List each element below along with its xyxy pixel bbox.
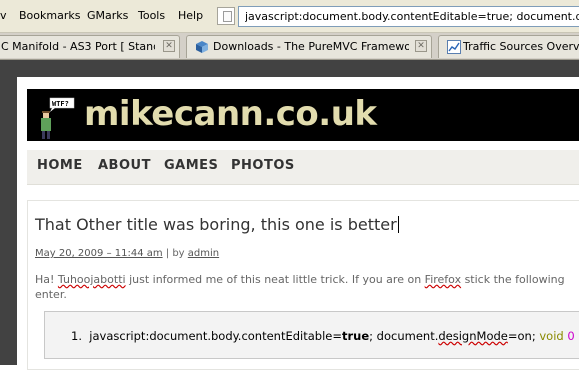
post-title[interactable]: That Other title was boring, this one is… bbox=[35, 215, 399, 234]
close-icon[interactable]: ✕ bbox=[163, 40, 175, 52]
post-title-text: That Other title was boring, this one is… bbox=[35, 215, 397, 234]
code-true-keyword: true bbox=[342, 329, 370, 343]
menu-bookmarks[interactable]: Bookmarks bbox=[19, 9, 80, 23]
page-icon[interactable] bbox=[217, 7, 235, 25]
menu-tools-label: Tools bbox=[138, 9, 166, 22]
code-text: javascript:document.body.contentEditable… bbox=[89, 329, 342, 343]
site-logo-text[interactable]: mikecann.co.uk bbox=[84, 92, 377, 136]
tab-title: Traffic Sources Overview bbox=[463, 40, 579, 53]
firefox-link[interactable]: Firefox bbox=[425, 273, 461, 286]
tab-title: Downloads - The PureMVC Framework f... bbox=[213, 40, 409, 53]
code-text: =on; bbox=[507, 329, 540, 343]
menu-tools[interactable]: Tools bbox=[138, 9, 165, 23]
code-line: 1. javascript:document.body.contentEdita… bbox=[71, 329, 575, 343]
tab-manifold[interactable]: C Manifold - AS3 Port [ Standar... ✕ bbox=[0, 35, 180, 58]
tab-strip: C Manifold - AS3 Port [ Standar... ✕ Dow… bbox=[0, 33, 579, 60]
post-body: Ha! Tuhoojabotti just informed me of thi… bbox=[35, 272, 579, 302]
nav-home[interactable]: HOME bbox=[37, 158, 83, 173]
post-meta: May 20, 2009 – 11:44 am | by admin bbox=[35, 248, 219, 259]
menu-help-label: Help bbox=[178, 9, 204, 22]
menu-view-fragment[interactable]: v bbox=[0, 9, 7, 23]
post-body-text: stick the following bbox=[461, 273, 565, 286]
menu-gmarks-label: GMarks bbox=[87, 9, 129, 22]
cube-icon bbox=[196, 41, 208, 53]
tab-traffic-sources[interactable]: Traffic Sources Overview bbox=[438, 35, 579, 58]
menu-gmarks[interactable]: GMarks bbox=[87, 9, 128, 23]
menu-help[interactable]: Help bbox=[178, 9, 203, 23]
nav-photos[interactable]: PHOTOS bbox=[231, 158, 295, 173]
post-body-text: Ha! bbox=[35, 273, 58, 286]
close-icon[interactable]: ✕ bbox=[415, 40, 427, 52]
browser-menu-bar: v Bookmarks GMarks Tools Help bbox=[0, 0, 579, 33]
post-body-text: just informed me of this neat little tri… bbox=[125, 273, 425, 286]
text-caret bbox=[397, 216, 399, 233]
url-input[interactable] bbox=[245, 9, 579, 24]
menu-bookmarks-label: Bookmarks bbox=[19, 9, 81, 22]
post-body-text: enter. bbox=[35, 288, 67, 301]
code-zero-literal: 0 bbox=[567, 329, 575, 343]
post-date-link[interactable]: May 20, 2009 – 11:44 am bbox=[35, 248, 163, 259]
post-author-link[interactable]: admin bbox=[188, 248, 219, 259]
code-line-number: 1. bbox=[71, 329, 82, 343]
wtf-character-logo[interactable]: WTF? bbox=[33, 97, 79, 141]
chart-icon bbox=[447, 40, 461, 54]
tab-puremvc-downloads[interactable]: Downloads - The PureMVC Framework f... ✕ bbox=[186, 35, 432, 58]
address-bar[interactable] bbox=[238, 6, 579, 27]
code-text: ; document. bbox=[369, 329, 439, 343]
tuhoojabotti-link[interactable]: Tuhoojabotti bbox=[58, 273, 126, 286]
logo-speech-text: WTF? bbox=[52, 100, 69, 108]
nav-about[interactable]: ABOUT bbox=[98, 158, 151, 173]
tab-title: C Manifold - AS3 Port [ Standar... bbox=[1, 40, 155, 53]
code-void-keyword: void bbox=[539, 329, 564, 343]
nav-games[interactable]: GAMES bbox=[164, 158, 218, 173]
code-designmode: designMode bbox=[438, 329, 508, 343]
post-by-separator: | by bbox=[162, 248, 188, 259]
